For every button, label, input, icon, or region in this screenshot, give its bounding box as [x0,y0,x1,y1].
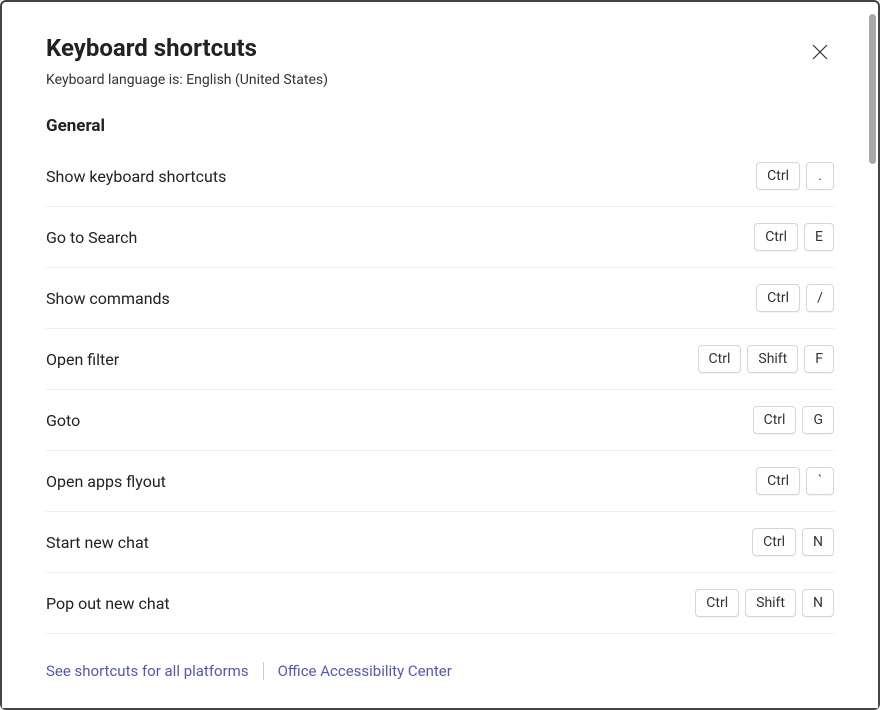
dialog-header: Keyboard shortcuts Keyboard language is:… [46,34,834,88]
shortcut-keys: CtrlN [752,528,834,556]
shortcut-keys: CtrlShiftN [695,589,834,617]
shortcut-keys: CtrlE [754,223,834,251]
office-accessibility-link[interactable]: Office Accessibility Center [278,662,452,680]
close-icon [812,44,828,60]
key-cap: G [802,406,834,434]
shortcut-row: Show commands Ctrl/ [46,268,834,329]
shortcut-row: Open filter CtrlShiftF [46,329,834,390]
shortcut-label: Goto [46,411,80,430]
shortcut-list: Show keyboard shortcuts Ctrl. Go to Search… [46,146,834,646]
shortcut-row: Pop out new chat CtrlShiftN [46,573,834,634]
key-cap: N [802,528,834,556]
key-cap: Ctrl [756,467,800,495]
key-cap: Shift [745,589,796,617]
keyboard-shortcuts-dialog: Keyboard shortcuts Keyboard language is:… [2,2,878,708]
shortcut-label: Go to Search [46,228,137,247]
shortcut-label: Start new chat [46,533,149,552]
header-text: Keyboard shortcuts Keyboard language is:… [46,34,328,88]
key-cap: Ctrl [698,345,742,373]
key-cap: Ctrl [756,162,800,190]
shortcut-row: Start new chat CtrlN [46,512,834,573]
shortcut-row: Show keyboard shortcuts Ctrl. [46,146,834,207]
shortcut-row: Go to Search CtrlE [46,207,834,268]
key-cap: Ctrl [752,528,796,556]
shortcut-row: Goto CtrlG [46,390,834,451]
footer-separator [263,662,264,680]
dialog-subtitle: Keyboard language is: English (United St… [46,72,328,88]
shortcut-label: Open apps flyout [46,472,166,491]
shortcut-keys: Ctrl` [756,467,834,495]
shortcut-row: Open apps flyout Ctrl` [46,451,834,512]
key-cap: . [806,162,834,190]
see-all-platforms-link[interactable]: See shortcuts for all platforms [46,662,249,680]
shortcut-keys: Ctrl/ [756,284,834,312]
dialog-title: Keyboard shortcuts [46,34,328,62]
key-cap: Ctrl [753,406,797,434]
key-cap: ` [806,467,834,495]
key-cap: F [804,345,834,373]
shortcut-keys: CtrlShiftF [698,345,834,373]
dialog-footer: See shortcuts for all platforms Office A… [2,646,878,708]
shortcut-label: Show keyboard shortcuts [46,167,226,186]
key-cap: / [806,284,834,312]
dialog-scroll-area[interactable]: Keyboard shortcuts Keyboard language is:… [2,2,878,646]
key-cap: Shift [747,345,798,373]
close-button[interactable] [806,38,834,66]
shortcut-keys: Ctrl. [756,162,834,190]
shortcut-label: Show commands [46,289,170,308]
key-cap: N [802,589,834,617]
section-general-title: General [46,116,834,136]
key-cap: Ctrl [754,223,798,251]
key-cap: E [804,223,834,251]
shortcut-label: Open filter [46,350,119,369]
key-cap: Ctrl [695,589,739,617]
shortcut-label: Pop out new chat [46,594,170,613]
shortcut-row: Open SettingsCtrl, [46,634,834,646]
scrollbar-thumb[interactable] [869,14,876,164]
shortcut-keys: CtrlG [753,406,834,434]
key-cap: Ctrl [756,284,800,312]
